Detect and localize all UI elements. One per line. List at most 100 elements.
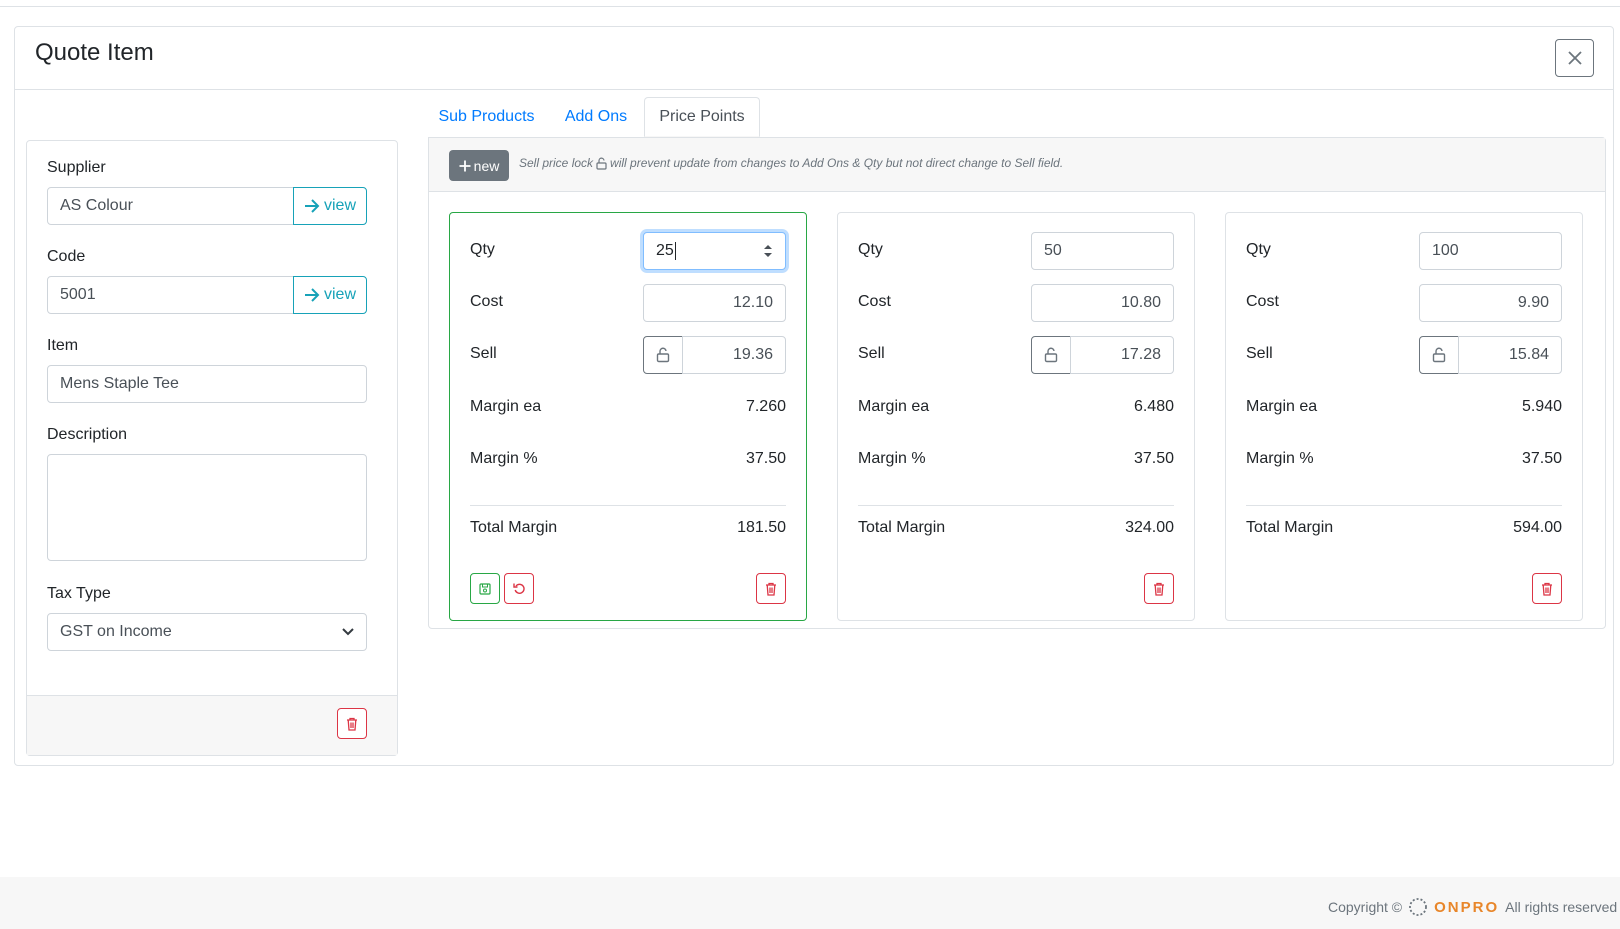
total-margin-label: Total Margin <box>1246 519 1334 536</box>
item-card-footer <box>27 695 397 755</box>
price-point-card: Qty 25 Cost 12.10 Sell 19.36 Margin ea 7… <box>449 212 807 621</box>
margin-pct-value: 37.50 <box>745 450 786 467</box>
unlock-icon <box>656 347 670 363</box>
unlock-icon <box>1044 347 1058 363</box>
price-point-card: Qty 100 Cost 9.90 Sell 15.84 Margin ea 5… <box>1225 212 1583 621</box>
delete-price-point-button[interactable] <box>1144 573 1174 604</box>
sell-input[interactable]: 19.36 <box>682 336 786 374</box>
sell-label: Sell <box>1246 345 1273 362</box>
margin-ea-value: 5.940 <box>1521 398 1562 415</box>
price-point-card: Qty 50 Cost 10.80 Sell 17.28 Margin ea 6… <box>837 212 1195 621</box>
price-points-toolbar: new Sell price lock will prevent update … <box>429 138 1605 192</box>
supplier-input[interactable]: AS Colour <box>47 187 294 225</box>
item-input[interactable]: Mens Staple Tee <box>47 365 367 403</box>
divider <box>470 505 786 506</box>
qty-label: Qty <box>858 241 883 258</box>
close-icon <box>1567 51 1582 65</box>
modal-header: Quote Item <box>15 27 1613 90</box>
item-label: Item <box>47 337 79 354</box>
qty-value: 25 <box>656 242 674 259</box>
sell-lock-button[interactable] <box>643 336 683 374</box>
rights-text: All rights reserved <box>1505 899 1618 915</box>
unlock-icon <box>596 157 607 170</box>
cost-label: Cost <box>1246 293 1279 310</box>
margin-ea-label: Margin ea <box>470 398 542 415</box>
code-view-button[interactable]: view <box>293 276 367 314</box>
new-label: new <box>473 157 500 174</box>
quote-item-modal: Quote Item Supplier AS Colour view Code … <box>14 26 1614 766</box>
divider <box>858 505 1174 506</box>
brand-name: ONPRO <box>1434 898 1500 916</box>
margin-pct-label: Margin % <box>1246 450 1314 467</box>
sell-lock-hint: Sell price lock will prevent update from… <box>519 156 1063 170</box>
cost-input[interactable]: 12.10 <box>643 284 786 322</box>
qty-input[interactable]: 100 <box>1419 232 1562 270</box>
description-label: Description <box>47 426 128 443</box>
supplier-view-button[interactable]: view <box>293 187 367 225</box>
hint-text-end: will prevent update from changes to Add … <box>610 156 1064 170</box>
sell-label: Sell <box>858 345 885 362</box>
divider <box>1246 505 1562 506</box>
code-input[interactable]: 5001 <box>47 276 294 314</box>
margin-pct-label: Margin % <box>470 450 538 467</box>
sell-input[interactable]: 15.84 <box>1458 336 1562 374</box>
tab-price-points[interactable]: Price Points <box>644 97 760 137</box>
total-margin-value: 181.50 <box>737 519 786 536</box>
item-details-card: Supplier AS Colour view Code 5001 view I… <box>26 140 398 756</box>
trash-icon <box>1542 582 1552 596</box>
view-label: view <box>323 286 356 303</box>
margin-ea-value: 7.260 <box>745 398 786 415</box>
page-footer: Copyright © ONPRO All rights reserved <box>0 877 1620 929</box>
margin-pct-value: 37.50 <box>1133 450 1174 467</box>
margin-ea-label: Margin ea <box>1246 398 1318 415</box>
trash-icon <box>1154 582 1164 596</box>
tax-type-select[interactable]: GST on Income <box>47 613 367 651</box>
tax-type-value: GST on Income <box>60 623 172 640</box>
tab-sub-products[interactable]: Sub Products <box>425 97 548 137</box>
sell-lock-button[interactable] <box>1419 336 1459 374</box>
code-label: Code <box>47 248 86 265</box>
margin-pct-label: Margin % <box>858 450 926 467</box>
tax-type-label: Tax Type <box>47 585 111 602</box>
trash-icon <box>766 582 776 596</box>
sell-lock-button[interactable] <box>1031 336 1071 374</box>
sell-label: Sell <box>470 345 497 362</box>
arrow-right-icon <box>304 288 320 302</box>
view-label: view <box>323 197 356 214</box>
sell-input-group: 15.84 <box>1419 336 1562 374</box>
unlock-icon <box>1432 347 1446 363</box>
chevron-down-icon <box>342 628 354 636</box>
plus-icon <box>459 160 471 171</box>
copyright-notice: Copyright © ONPRO All rights reserved <box>1328 897 1617 917</box>
description-textarea[interactable] <box>47 454 367 561</box>
margin-pct-value: 37.50 <box>1521 450 1562 467</box>
cost-input[interactable]: 10.80 <box>1031 284 1174 322</box>
sell-input[interactable]: 17.28 <box>1070 336 1174 374</box>
close-button[interactable] <box>1555 39 1594 77</box>
delete-price-point-button[interactable] <box>756 573 786 604</box>
save-icon <box>479 582 491 595</box>
qty-input[interactable]: 50 <box>1031 232 1174 270</box>
new-price-point-button[interactable]: new <box>449 150 509 181</box>
modal-title: Quote Item <box>35 39 154 66</box>
cost-label: Cost <box>858 293 891 310</box>
total-margin-label: Total Margin <box>858 519 946 536</box>
tab-add-ons[interactable]: Add Ons <box>548 97 644 137</box>
undo-button[interactable] <box>504 573 534 604</box>
total-margin-value: 324.00 <box>1125 519 1174 536</box>
cost-label: Cost <box>470 293 503 310</box>
top-divider <box>0 6 1620 7</box>
supplier-label: Supplier <box>47 159 106 176</box>
delete-price-point-button[interactable] <box>1532 573 1562 604</box>
sell-input-group: 19.36 <box>643 336 786 374</box>
qty-input[interactable]: 25 <box>643 232 786 270</box>
total-margin-value: 594.00 <box>1513 519 1562 536</box>
hint-text-start: Sell price lock <box>519 156 594 170</box>
total-margin-label: Total Margin <box>470 519 558 536</box>
price-points-panel: new Sell price lock will prevent update … <box>428 137 1606 629</box>
delete-item-button[interactable] <box>337 708 367 739</box>
onpro-logo-icon <box>1409 898 1428 916</box>
cost-input[interactable]: 9.90 <box>1419 284 1562 322</box>
save-button[interactable] <box>470 573 500 604</box>
margin-ea-label: Margin ea <box>858 398 930 415</box>
